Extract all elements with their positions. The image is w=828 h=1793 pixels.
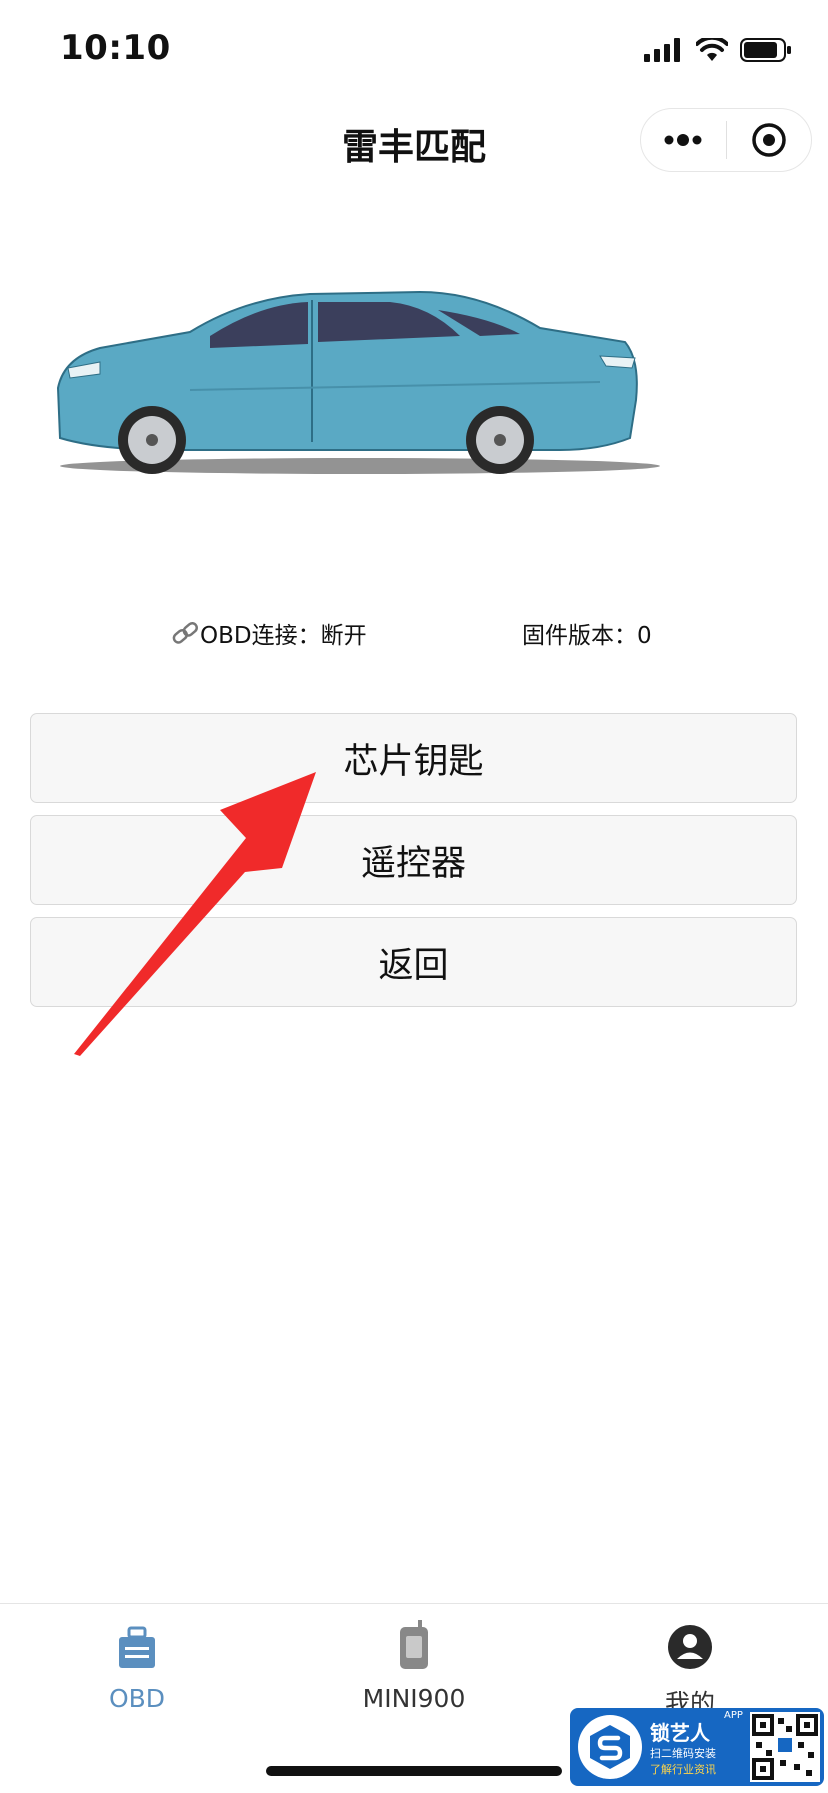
obd-connection-text: OBD连接：断开 [200,623,367,649]
device-info-row: OBD连接：断开 固件版本：0 [0,612,828,652]
rear-wheel [466,406,534,474]
more-dots-icon [664,134,702,146]
status-bar: 10:10 [0,0,828,100]
watermark-badge: 锁艺人 扫二维码安装 了解行业资讯 APP [570,1708,824,1786]
wifi-icon [696,38,728,61]
status-icons [644,32,792,68]
watermark-app-badge: APP [724,1710,743,1721]
tab-mini900-label: MINI900 [362,1684,466,1713]
car-illustration [56,290,660,474]
obd-connection-status: OBD连接：断开 [170,616,367,650]
annotation-arrow [74,772,316,1056]
cellular-signal-icon [644,38,680,62]
tab-obd-label: OBD [108,1684,166,1713]
home-indicator [266,1766,562,1776]
tab-mini900[interactable]: MINI900 [314,1618,514,1728]
status-time: 10:10 [60,28,171,68]
battery-icon [740,38,791,62]
watermark-line1: 扫二维码安装 [650,1746,716,1760]
qr-code-icon [750,1712,820,1782]
link-icon [172,622,198,644]
target-circle-icon [752,123,786,157]
front-wheel [118,406,186,474]
miniprogram-capsule [640,108,812,172]
nav-bar: 雷丰匹配 [0,100,828,180]
watermark-line2: 了解行业资讯 [650,1762,716,1776]
device-icon [400,1620,428,1669]
tab-obd[interactable]: OBD [37,1618,237,1728]
obd-icon [119,1626,155,1668]
close-miniprogram-button[interactable] [727,109,812,171]
more-button[interactable] [641,109,726,171]
firmware-version: 固件版本：0 [522,623,652,649]
user-icon [668,1625,712,1669]
watermark-logo-icon [578,1715,642,1779]
